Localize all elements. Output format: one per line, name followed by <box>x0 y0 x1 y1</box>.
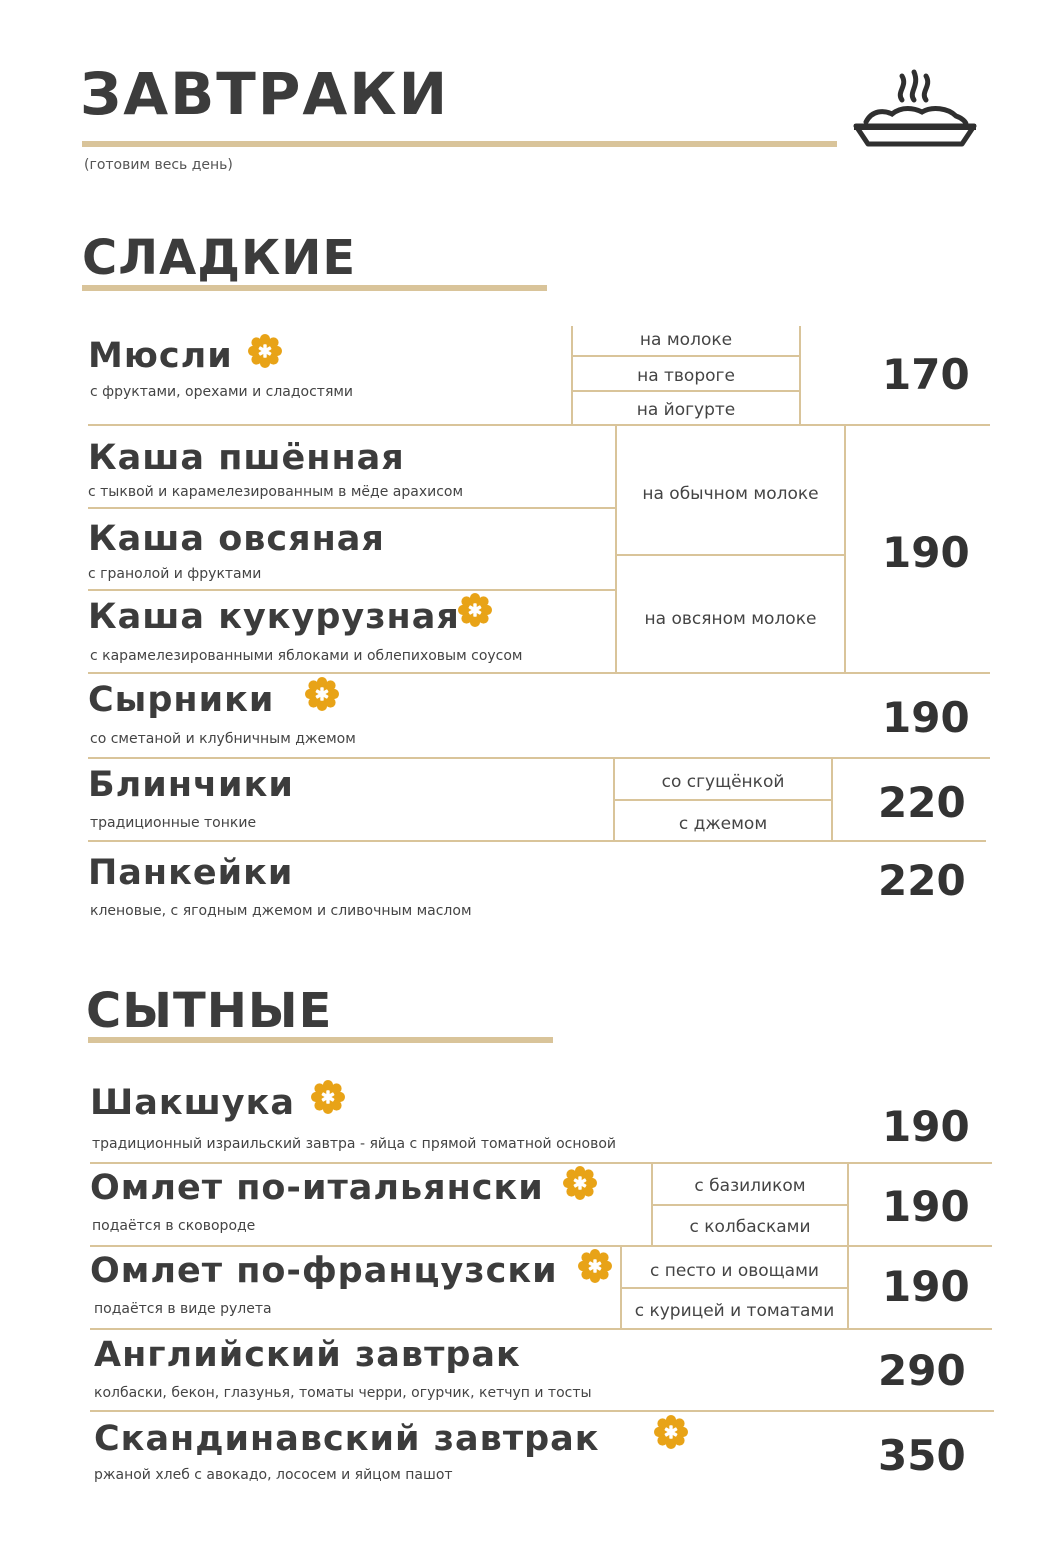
item-desc: с гранолой и фруктами <box>88 566 262 582</box>
item-name: Омлет по-французски <box>90 1251 558 1291</box>
item-name: Омлет по-итальянски <box>90 1168 544 1208</box>
divider <box>615 554 846 556</box>
divider <box>88 424 990 426</box>
divider <box>88 840 986 842</box>
item-price: 190 <box>882 1182 970 1231</box>
item-price: 220 <box>878 856 966 905</box>
option-label: на йогурте <box>636 400 736 420</box>
item-desc: колбаски, бекон, глазунья, томаты черри,… <box>94 1385 592 1401</box>
divider <box>90 1245 992 1247</box>
divider <box>90 1162 992 1164</box>
recommended-flag-icon <box>311 1080 345 1114</box>
item-desc: кленовые, с ягодным джемом и сливочным м… <box>90 903 472 919</box>
divider <box>844 424 846 672</box>
option-label: с колбасками <box>689 1217 811 1237</box>
item-name: Панкейки <box>88 853 294 893</box>
item-name: Английский завтрак <box>94 1335 521 1375</box>
section-title-sweet: СЛАДКИЕ <box>82 230 357 286</box>
item-price: 170 <box>882 350 970 399</box>
divider <box>88 507 615 509</box>
section-underline-hearty <box>88 1037 553 1043</box>
item-price: 190 <box>882 1262 970 1311</box>
option-label: с песто и овощами <box>650 1261 819 1281</box>
item-desc: с фруктами, орехами и сладостями <box>90 384 354 400</box>
hours-note: (готовим весь день) <box>84 157 233 173</box>
page-title: ЗАВТРАКИ <box>80 60 450 128</box>
divider <box>799 326 801 424</box>
option-label: на обычном молоке <box>642 484 819 504</box>
recommended-flag-icon <box>654 1415 688 1449</box>
item-name: Шакшука <box>90 1083 295 1123</box>
divider <box>571 390 801 392</box>
item-name: Скандинавский завтрак <box>94 1419 600 1459</box>
divider <box>90 1328 992 1330</box>
divider <box>613 799 833 801</box>
item-desc: подаётся в виде рулета <box>94 1301 272 1317</box>
item-name: Сырники <box>88 680 275 720</box>
divider <box>651 1204 849 1206</box>
recommended-flag-icon <box>248 334 282 368</box>
item-price: 290 <box>878 1346 966 1395</box>
divider <box>620 1287 849 1289</box>
divider <box>615 424 617 672</box>
divider <box>88 672 990 674</box>
recommended-flag-icon <box>458 593 492 627</box>
item-price: 190 <box>882 1102 970 1151</box>
item-price: 350 <box>878 1431 966 1480</box>
bowl-steam-icon <box>853 69 977 147</box>
recommended-flag-icon <box>563 1166 597 1200</box>
section-underline-sweet <box>82 285 547 291</box>
item-desc: со сметаной и клубничным джемом <box>90 731 356 747</box>
item-name: Каша кукурузная <box>88 597 460 637</box>
item-desc: ржаной хлеб с авокадо, лососем и яйцом п… <box>94 1467 453 1483</box>
recommended-flag-icon <box>578 1249 612 1283</box>
section-title-hearty: СЫТНЫЕ <box>86 983 333 1039</box>
option-label: с курицей и томатами <box>634 1301 835 1321</box>
item-desc: традиционный израильский завтра - яйца с… <box>92 1136 617 1152</box>
option-label: на твороге <box>637 366 735 386</box>
option-label: на овсяном молоке <box>644 609 817 629</box>
item-price: 220 <box>878 778 966 827</box>
item-name: Блинчики <box>88 765 294 805</box>
divider <box>571 355 801 357</box>
divider <box>88 757 990 759</box>
option-label: со сгущёнкой <box>661 772 785 792</box>
item-desc: подаётся в сковороде <box>92 1218 256 1234</box>
item-name: Каша овсяная <box>88 519 385 559</box>
item-price: 190 <box>882 528 970 577</box>
option-label: с джемом <box>678 814 768 834</box>
item-price: 190 <box>882 693 970 742</box>
item-name: Каша пшённая <box>88 438 405 478</box>
recommended-flag-icon <box>305 677 339 711</box>
item-desc: с тыквой и карамелезированным в мёде ара… <box>88 484 464 500</box>
item-name: Мюсли <box>88 336 233 376</box>
title-underline <box>82 141 837 147</box>
divider <box>90 1410 994 1412</box>
option-label: с базиликом <box>694 1176 806 1196</box>
divider <box>88 589 615 591</box>
item-desc: с карамелезированными яблоками и облепих… <box>90 648 523 664</box>
item-desc: традиционные тонкие <box>90 815 257 831</box>
option-label: на молоке <box>639 330 733 350</box>
